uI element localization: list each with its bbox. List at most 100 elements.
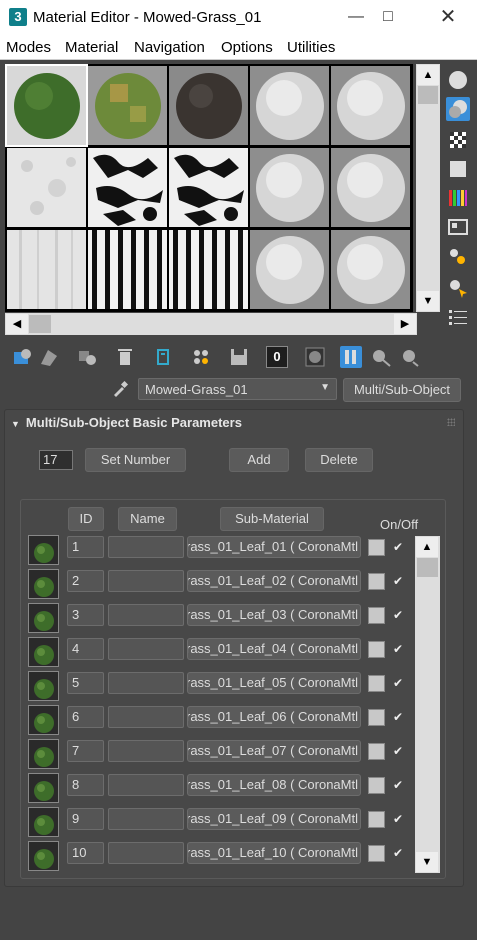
save-icon[interactable] [228,346,250,368]
row-id-field[interactable]: 8 [67,774,104,796]
row-name-field[interactable] [108,706,184,728]
id-column-header[interactable]: ID [68,507,104,531]
reset-trash-icon[interactable] [114,346,136,368]
list-scroll-down-icon[interactable]: ▼ [416,852,438,872]
row-id-field[interactable]: 4 [67,638,104,660]
uv-tiling-icon[interactable] [446,157,470,181]
scroll-thumb[interactable] [418,86,438,104]
material-slot[interactable] [169,66,248,145]
delete-button[interactable]: Delete [305,448,373,472]
row-name-field[interactable] [108,842,184,864]
backlight-icon[interactable] [446,97,470,121]
row-id-field[interactable]: 6 [67,706,104,728]
row-color-swatch[interactable] [368,811,385,828]
set-number-button[interactable]: Set Number [85,448,186,472]
row-on-off-checkbox[interactable]: ✔ [393,608,407,622]
eyedropper-icon[interactable] [110,379,130,399]
row-on-off-checkbox[interactable]: ✔ [393,574,407,588]
row-color-swatch[interactable] [368,675,385,692]
material-slot[interactable] [250,230,329,309]
maximize-icon[interactable]: □ [368,4,408,30]
scroll-right-icon[interactable]: ▶ [394,314,416,334]
list-scroll-thumb[interactable] [417,558,438,577]
row-color-swatch[interactable] [368,845,385,862]
row-color-swatch[interactable] [368,777,385,794]
row-name-field[interactable] [108,604,184,626]
get-material-icon[interactable] [12,346,34,368]
material-id-channel[interactable]: 0 [266,346,288,368]
row-on-off-checkbox[interactable]: ✔ [393,744,407,758]
hscroll-thumb[interactable] [29,315,51,333]
material-slot[interactable] [169,230,248,309]
material-slot[interactable] [331,230,410,309]
scroll-down-icon[interactable]: ▼ [417,291,439,311]
row-color-swatch[interactable] [368,539,385,556]
row-id-field[interactable]: 2 [67,570,104,592]
row-id-field[interactable]: 3 [67,604,104,626]
put-material-icon[interactable] [38,346,60,368]
row-name-field[interactable] [108,536,184,558]
select-by-material-icon[interactable] [446,276,470,300]
rollout-header[interactable]: ▼ Multi/Sub-Object Basic Parameters [11,415,242,430]
list-scrollbar[interactable]: ▲ ▼ [415,536,440,873]
row-color-swatch[interactable] [368,607,385,624]
material-slot[interactable] [7,230,86,309]
row-name-field[interactable] [108,808,184,830]
menu-navigation[interactable]: Navigation [134,39,205,56]
row-color-swatch[interactable] [368,573,385,590]
sub-material-column-header[interactable]: Sub-Material [220,507,324,531]
menu-modes[interactable]: Modes [6,39,51,56]
material-slot[interactable] [88,230,167,309]
material-slot[interactable] [88,66,167,145]
sub-material-button[interactable]: rass_01_Leaf_05 ( CoronaMtl [187,672,361,694]
slots-horizontal-scrollbar[interactable]: ◀ ▶ [5,313,417,335]
row-on-off-checkbox[interactable]: ✔ [393,540,407,554]
row-id-field[interactable]: 1 [67,536,104,558]
row-name-field[interactable] [108,672,184,694]
number-of-materials-field[interactable]: 17 [39,450,73,470]
material-type-button[interactable]: Multi/Sub-Object [343,378,461,402]
sub-material-button[interactable]: rass_01_Leaf_01 ( CoronaMtl [187,536,361,558]
menu-utilities[interactable]: Utilities [287,39,335,56]
sub-material-button[interactable]: rass_01_Leaf_02 ( CoronaMtl [187,570,361,592]
row-name-field[interactable] [108,570,184,592]
name-column-header[interactable]: Name [118,507,177,531]
slots-vertical-scrollbar[interactable]: ▲ ▼ [416,64,440,312]
material-name-field[interactable]: Mowed-Grass_01 ▼ [138,378,337,400]
row-on-off-checkbox[interactable]: ✔ [393,710,407,724]
row-name-field[interactable] [108,774,184,796]
video-color-check-icon[interactable] [446,186,470,210]
menu-options[interactable]: Options [221,39,273,56]
put-to-library-icon[interactable] [190,346,212,368]
row-on-off-checkbox[interactable]: ✔ [393,846,407,860]
row-on-off-checkbox[interactable]: ✔ [393,812,407,826]
show-end-result-icon[interactable] [340,346,362,368]
row-id-field[interactable]: 7 [67,740,104,762]
row-on-off-checkbox[interactable]: ✔ [393,676,407,690]
row-color-swatch[interactable] [368,743,385,760]
sub-material-button[interactable]: rass_01_Leaf_03 ( CoronaMtl [187,604,361,626]
row-id-field[interactable]: 9 [67,808,104,830]
assign-material-icon[interactable] [76,346,98,368]
material-slot[interactable] [250,66,329,145]
list-scroll-up-icon[interactable]: ▲ [416,537,438,557]
scroll-up-icon[interactable]: ▲ [417,65,439,85]
row-id-field[interactable]: 10 [67,842,104,864]
options-icon[interactable] [446,245,470,269]
scroll-left-icon[interactable]: ◀ [6,314,28,334]
sub-material-button[interactable]: rass_01_Leaf_06 ( CoronaMtl [187,706,361,728]
row-name-field[interactable] [108,740,184,762]
material-slot[interactable] [88,148,167,227]
sub-material-button[interactable]: rass_01_Leaf_07 ( CoronaMtl [187,740,361,762]
row-on-off-checkbox[interactable]: ✔ [393,778,407,792]
sub-material-button[interactable]: rass_01_Leaf_09 ( CoronaMtl [187,808,361,830]
sub-material-button[interactable]: rass_01_Leaf_04 ( CoronaMtl [187,638,361,660]
sub-material-button[interactable]: rass_01_Leaf_08 ( CoronaMtl [187,774,361,796]
row-name-field[interactable] [108,638,184,660]
material-slot[interactable] [331,148,410,227]
show-shaded-material-icon[interactable] [304,346,326,368]
row-id-field[interactable]: 5 [67,672,104,694]
sub-material-button[interactable]: rass_01_Leaf_10 ( CoronaMtl [187,842,361,864]
row-on-off-checkbox[interactable]: ✔ [393,642,407,656]
make-unique-icon[interactable] [152,346,174,368]
